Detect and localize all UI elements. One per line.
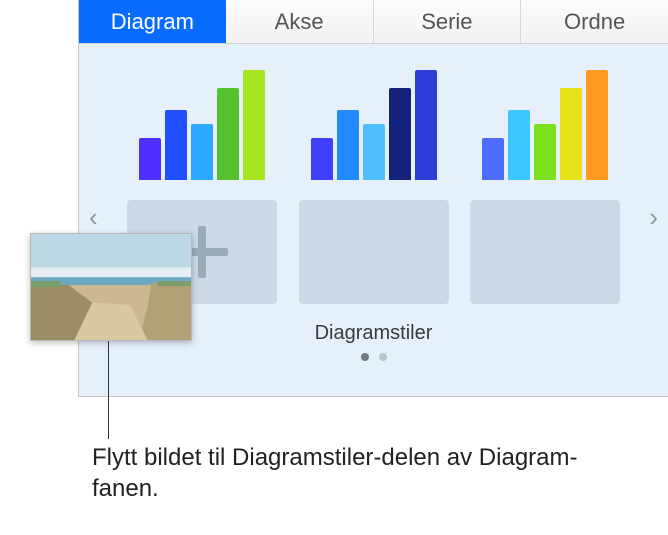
chart-bar [311,138,333,180]
chart-bar [191,124,213,180]
empty-style-slot[interactable] [299,200,449,304]
dragged-beach-image[interactable] [30,233,192,341]
chart-bar [560,88,582,180]
chart-bar [139,138,161,180]
chart-styles-area: ‹ › Diagramstiler [79,44,668,396]
chart-style-row [79,44,668,180]
chart-bar [415,70,437,180]
chevron-right-icon[interactable]: › [649,204,658,230]
page-dots [79,353,668,375]
page-dot[interactable] [379,353,387,361]
tab-diagram[interactable]: Diagram [79,0,226,43]
chart-bar [586,70,608,180]
chart-style-1[interactable] [127,68,277,180]
chevron-left-icon[interactable]: ‹ [89,204,98,230]
chart-bar [508,110,530,180]
chart-bar [165,110,187,180]
chart-bar [337,110,359,180]
chart-bar [363,124,385,180]
chart-bar [217,88,239,180]
chart-bar [243,70,265,180]
chart-bar [482,138,504,180]
page-dot[interactable] [361,353,369,361]
callout-leader-line [108,341,109,439]
chart-style-3[interactable] [470,68,620,180]
tab-bar: Diagram Akse Serie Ordne [79,0,668,44]
chart-style-2[interactable] [299,68,449,180]
callout-text: Flytt bildet til Diagramstiler-delen av … [92,442,612,504]
empty-style-slot[interactable] [470,200,620,304]
tab-akse[interactable]: Akse [226,0,374,43]
chart-bar [389,88,411,180]
chart-bar [534,124,556,180]
tab-ordne[interactable]: Ordne [521,0,668,43]
tab-serie[interactable]: Serie [374,0,522,43]
